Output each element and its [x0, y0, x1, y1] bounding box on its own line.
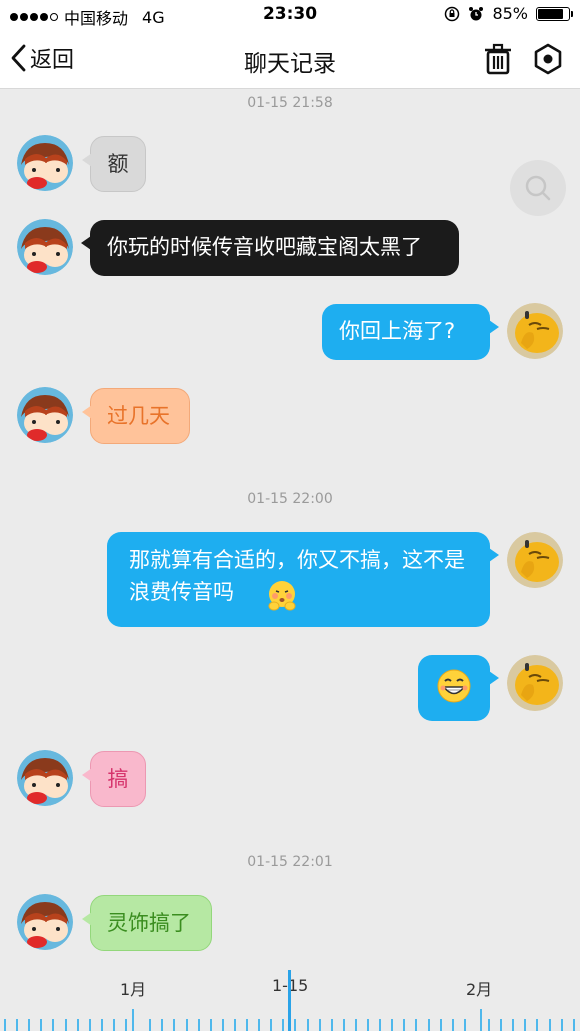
timeline-tick — [112, 1019, 115, 1031]
timeline-tick — [185, 1019, 188, 1031]
timeline-tick — [451, 1019, 454, 1031]
my-avatar[interactable] — [507, 303, 563, 359]
message-bubble[interactable]: 过几天 — [82, 388, 190, 444]
timeline-tick — [463, 1019, 466, 1031]
timeline-tick — [330, 1019, 333, 1031]
timeline-tick — [415, 1019, 418, 1031]
timeline-label: 2月 — [466, 980, 493, 999]
timeline-tick — [149, 1019, 152, 1031]
message-bubble[interactable]: 你玩的时候传音收吧藏宝阁太黑了 — [81, 220, 459, 276]
alarm-icon — [469, 6, 484, 20]
timeline-tick — [270, 1019, 273, 1031]
contact-avatar[interactable] — [17, 387, 73, 443]
timeline-tick — [4, 1019, 6, 1031]
timeline-cursor[interactable] — [288, 970, 291, 1031]
timeline-tick — [125, 1019, 127, 1031]
message-bubble[interactable]: 你回上海了? — [322, 304, 499, 360]
timeline-tick — [161, 1019, 164, 1031]
message-text: 过几天 — [107, 404, 170, 428]
timestamp: 01-15 21:58 — [247, 95, 333, 111]
timeline-tick — [132, 1009, 134, 1031]
timestamp: 01-15 22:00 — [247, 491, 333, 507]
timeline-tick — [488, 1019, 490, 1031]
rotation-lock-icon — [445, 6, 460, 21]
trash-icon[interactable] — [481, 42, 515, 76]
timeline-tick — [318, 1019, 321, 1031]
battery-percent: 85% — [492, 4, 528, 23]
timeline-tick — [367, 1019, 369, 1031]
status-bar: 中国移动 4G 23:30 85% — [0, 0, 580, 30]
timeline-tick — [379, 1019, 382, 1031]
timeline-tick — [246, 1019, 248, 1031]
timeline-tick — [536, 1019, 539, 1031]
timeline-tick — [76, 1019, 79, 1031]
status-right: 85% — [444, 4, 573, 23]
timeline-label: 1月 — [120, 980, 147, 999]
search-button[interactable] — [510, 160, 566, 216]
message-bubble[interactable]: 灵饰搞了 — [82, 895, 212, 951]
timeline-tick — [221, 1019, 224, 1031]
timeline-tick — [512, 1019, 515, 1031]
timeline-tick — [40, 1019, 43, 1031]
timeline-tick — [391, 1019, 394, 1031]
timeline-tick — [64, 1019, 67, 1031]
message-bubble[interactable]: 额 — [82, 136, 146, 192]
timeline-tick — [294, 1019, 297, 1031]
timeline-tick — [354, 1019, 357, 1031]
message-bubble[interactable] — [418, 655, 499, 721]
timeline-tick — [500, 1019, 503, 1031]
contact-avatar[interactable] — [17, 894, 73, 950]
timeline-tick — [403, 1019, 406, 1031]
settings-hexagon-icon[interactable] — [531, 42, 565, 76]
timeline-tick — [282, 1019, 285, 1031]
message-text: 搞 — [107, 767, 129, 791]
timeline-tick — [173, 1019, 176, 1031]
timeline-tick — [342, 1019, 345, 1031]
message-bubble[interactable]: 搞 — [82, 751, 146, 807]
timeline-tick — [439, 1019, 442, 1031]
my-avatar[interactable] — [507, 532, 563, 588]
timeline-tick — [560, 1019, 563, 1031]
timeline-tick — [233, 1019, 236, 1031]
timeline-tick — [88, 1019, 91, 1031]
date-timeline-scrubber[interactable]: 1月 1-15 2月 — [0, 966, 580, 1031]
timeline-tick — [16, 1019, 19, 1031]
contact-avatar[interactable] — [17, 135, 73, 191]
nav-bar: 返回 聊天记录 — [0, 30, 580, 89]
timeline-tick — [258, 1019, 261, 1031]
grin-emoji-icon — [437, 669, 471, 703]
message-text: 灵饰搞了 — [107, 911, 191, 935]
timeline-tick — [548, 1019, 551, 1031]
timeline-tick — [52, 1019, 55, 1031]
contact-avatar[interactable] — [17, 750, 73, 806]
message-text: 你玩的时候传音收吧藏宝阁太黑了 — [107, 235, 422, 259]
timeline-tick — [100, 1019, 103, 1031]
message-text: 你回上海了? — [339, 319, 456, 343]
timestamp: 01-15 22:01 — [247, 854, 333, 870]
my-avatar[interactable] — [507, 655, 563, 711]
timeline-tick — [572, 1019, 575, 1031]
timeline-tick — [524, 1019, 527, 1031]
blush-emoji-icon — [268, 581, 296, 611]
battery-icon — [536, 6, 573, 21]
timeline-tick — [480, 1009, 482, 1031]
timeline-tick — [427, 1019, 430, 1031]
timeline-tick — [209, 1019, 212, 1031]
timeline-tick — [28, 1019, 31, 1031]
timeline-tick — [306, 1019, 309, 1031]
message-bubble[interactable]: 那就算有合适的，你又不搞，这不是浪费传音吗 — [107, 532, 499, 627]
contact-avatar[interactable] — [17, 219, 73, 275]
search-icon — [525, 175, 551, 201]
message-text: 额 — [107, 152, 129, 176]
timeline-tick — [197, 1019, 200, 1031]
